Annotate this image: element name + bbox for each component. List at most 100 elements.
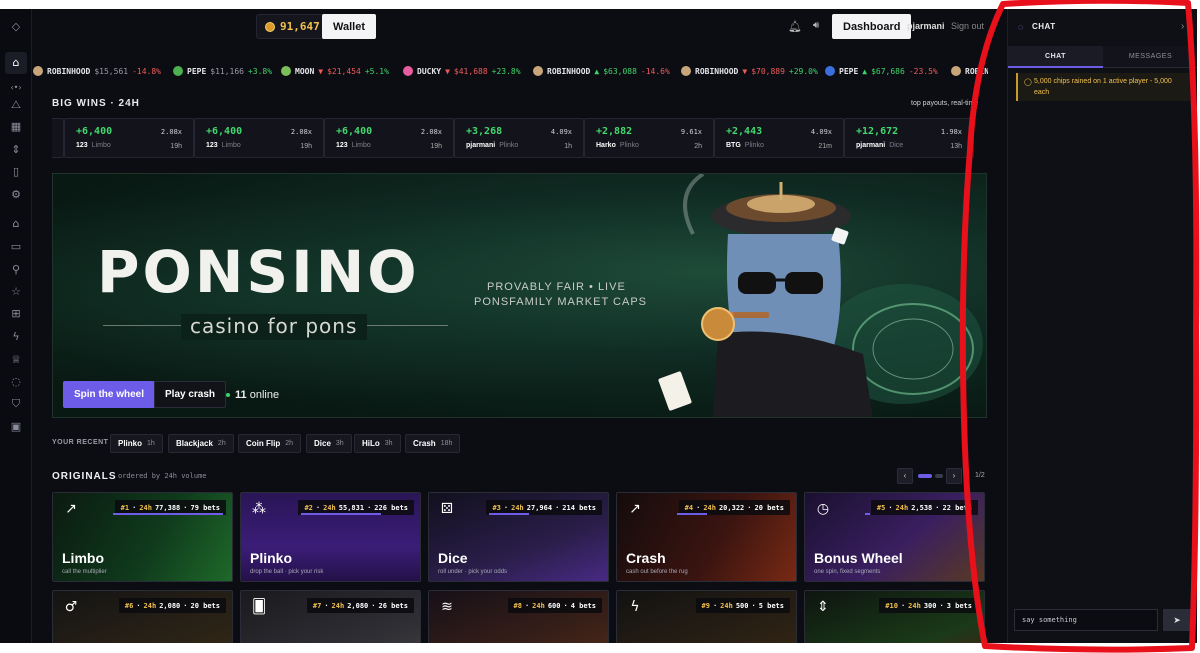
rising-chart-icon: ↗ xyxy=(629,501,641,517)
send-icon[interactable]: ➤ xyxy=(1163,609,1191,631)
speaker-icon[interactable]: 🔊︎ xyxy=(813,20,819,31)
card-volume: 20,322 xyxy=(718,503,745,512)
search-icon[interactable]: ⚲ xyxy=(8,262,24,278)
logo-diamond-icon[interactable]: ◇ xyxy=(8,19,24,35)
win-multiplier: 2.08x xyxy=(420,128,442,136)
ticker-item[interactable]: ROBINHOOD ▲ $63,088 -14.6% xyxy=(533,66,670,76)
recent-game-chip[interactable]: Plinko 1h xyxy=(110,434,163,453)
game-card-rank-9[interactable]: ϟ #9 · 24h 500 · 5 bets xyxy=(616,590,797,643)
win-game: Limbo xyxy=(221,142,241,149)
chat-collapse-icon[interactable]: › xyxy=(1181,21,1184,32)
home-icon[interactable]: ⌂ xyxy=(5,52,27,74)
recent-game-chip[interactable]: Coin Flip 2h xyxy=(238,434,302,453)
gear-icon[interactable]: ⚙ xyxy=(8,187,24,203)
play-crash-button[interactable]: Play crash xyxy=(154,381,227,408)
game-card-dice[interactable]: ⚄ #3 · 24h 27,964 · 214 bets Dice roll under · p… xyxy=(428,492,609,582)
spin-wheel-button[interactable]: Spin the wheel xyxy=(63,381,156,408)
trophy-icon[interactable]: ♕ xyxy=(8,352,24,368)
ticker-item[interactable]: MOON ▼ $21,454 +5.1% xyxy=(281,66,389,76)
game-card-crash[interactable]: ↗ #4 · 24h 20,322 · 20 bets Crash cash out befor… xyxy=(616,492,797,582)
grid-icon[interactable]: ▦ xyxy=(8,119,24,135)
game-card-rank-6[interactable]: ♂ #6 · 24h 2,080 · 20 bets xyxy=(52,590,233,643)
tab-chat[interactable]: CHAT xyxy=(1008,46,1103,68)
token-avatar-icon xyxy=(33,66,43,76)
ticker-item[interactable]: DUCKY ▼ $41,688 +23.8% xyxy=(403,66,521,76)
game-card-rank-10[interactable]: ⇕ #10 · 24h 300 · 3 bets xyxy=(804,590,985,643)
recent-game-chip[interactable]: HiLo 3h xyxy=(354,434,401,453)
token-avatar-icon xyxy=(681,66,691,76)
big-win-card[interactable]: +6,400 2.08x 123 Limbo 19h xyxy=(324,118,454,158)
card-sep: · xyxy=(888,503,893,512)
ticker-item[interactable]: ROBINHOOD xyxy=(951,66,988,76)
book-icon[interactable]: ▯ xyxy=(8,164,24,180)
wallet-icon[interactable]: ▣ xyxy=(8,419,24,435)
card-bets: 20 bets xyxy=(754,503,784,512)
chat-title: CHAT xyxy=(1032,22,1056,31)
big-win-card[interactable]: +2,882 9.61x Harko Plinko 2h xyxy=(584,118,714,158)
star-icon[interactable]: ☆ xyxy=(8,284,24,300)
top-bar: 91,647 Wallet 🔔︎ 🔊︎ Dashboard pjarmani S… xyxy=(33,9,1003,45)
card-period: 24h xyxy=(532,601,545,610)
shield-icon[interactable]: ⛉ xyxy=(8,396,24,412)
recent-icon[interactable]: ⧍ xyxy=(8,97,24,113)
win-player: pjarmani Dice xyxy=(856,142,903,149)
briefcase-icon[interactable]: ▭ xyxy=(8,239,24,255)
page-dot[interactable] xyxy=(935,474,943,478)
card-volume: 2,080 xyxy=(159,601,181,610)
chat-bubble-icon[interactable]: ◌ xyxy=(8,374,24,390)
win-time: 19h xyxy=(430,143,442,150)
game-card-rank-8[interactable]: ≋ #8 · 24h 600 · 4 bets xyxy=(428,590,609,643)
recent-game-chip[interactable]: Blackjack 2h xyxy=(168,434,234,453)
sort-icon[interactable]: ⇕ xyxy=(8,142,24,158)
card-period: 24h xyxy=(511,503,524,512)
win-amount: +12,672 xyxy=(856,126,899,137)
ticker-item[interactable]: PEPE ▲ $67,686 -23.5% xyxy=(825,66,938,76)
next-page-button[interactable]: › xyxy=(946,468,962,484)
game-card-rank-7[interactable]: 🂠 #7 · 24h 2,080 · 26 bets xyxy=(240,590,421,643)
big-win-card[interactable]: +6,400 2.08x 123 Limbo 19h xyxy=(194,118,324,158)
sign-out-link[interactable]: Sign out xyxy=(951,21,984,31)
win-amount: +6,400 xyxy=(336,126,373,137)
chat-input[interactable] xyxy=(1014,609,1158,631)
online-indicator: 11 online xyxy=(226,389,279,401)
big-win-card[interactable] xyxy=(52,118,64,158)
card-rank: #9 xyxy=(701,601,710,610)
game-card-bonus-wheel[interactable]: ◷ #5 · 24h 2,538 · 22 bets Bonus Wheel one spin,… xyxy=(804,492,985,582)
game-card-limbo[interactable]: ↗ #1 · 24h 77,388 · 79 bets Limbo call the multi… xyxy=(52,492,233,582)
card-stats: #9 · 24h 500 · 5 bets xyxy=(695,598,790,613)
gift-icon[interactable]: ⊞ xyxy=(8,306,24,322)
card-rank: #1 xyxy=(120,503,130,512)
recent-game-name: HiLo xyxy=(362,439,380,448)
win-user: pjarmani xyxy=(856,142,886,149)
card-sep: · xyxy=(324,601,329,610)
tab-messages[interactable]: MESSAGES xyxy=(1103,46,1197,68)
game-card-plinko[interactable]: ⁂ #2 · 24h 55,831 · 226 bets Plinko drop the bal… xyxy=(240,492,421,582)
recent-game-chip[interactable]: Dice 3h xyxy=(306,434,352,453)
big-win-card[interactable]: +6,400 2.08x 123 Limbo 19h xyxy=(64,118,194,158)
prev-page-button[interactable]: ‹ xyxy=(897,468,913,484)
house-icon[interactable]: ⌂ xyxy=(8,216,24,232)
ticker-item[interactable]: ROBINHOOD ▼ $70,889 +29.0% xyxy=(681,66,818,76)
ticker-item[interactable]: PEPE $11,166 +3.8% xyxy=(173,66,272,76)
dashboard-button[interactable]: Dashboard xyxy=(832,14,912,39)
card-volume: 500 xyxy=(735,601,749,610)
collapse-toggle-icon[interactable]: ‹•› xyxy=(8,80,24,96)
volume-bar xyxy=(301,513,381,515)
chat-panel: ◌ CHAT › CHAT MESSAGES ◯ 5,000 chips rai… xyxy=(1007,9,1197,643)
ticker-item[interactable]: ROBINHOOD $15,561 -14.8% xyxy=(33,66,161,76)
username-link[interactable]: pjarmani xyxy=(907,21,945,31)
coin-icon xyxy=(265,21,275,32)
win-player: Harko Plinko xyxy=(596,142,639,149)
token-avatar-icon xyxy=(951,66,961,76)
big-win-card[interactable]: +2,443 4.09x BTG Plinko 21m xyxy=(714,118,844,158)
bell-icon[interactable]: 🔔︎ xyxy=(788,20,802,33)
lightning-icon[interactable]: ϟ xyxy=(8,329,24,345)
big-win-card[interactable]: +12,672 1.98x pjarmani Dice 13h xyxy=(844,118,974,158)
win-amount: +6,400 xyxy=(76,126,113,137)
page-dot-active[interactable] xyxy=(918,474,932,478)
recent-game-chip[interactable]: Crash 18h xyxy=(405,434,461,453)
wallet-button[interactable]: Wallet xyxy=(322,14,376,39)
tagline: casino for pons xyxy=(190,314,358,338)
big-win-card[interactable]: +3,268 4.09x pjarmani Plinko 1h xyxy=(454,118,584,158)
balance-display[interactable]: 91,647 xyxy=(256,14,329,39)
